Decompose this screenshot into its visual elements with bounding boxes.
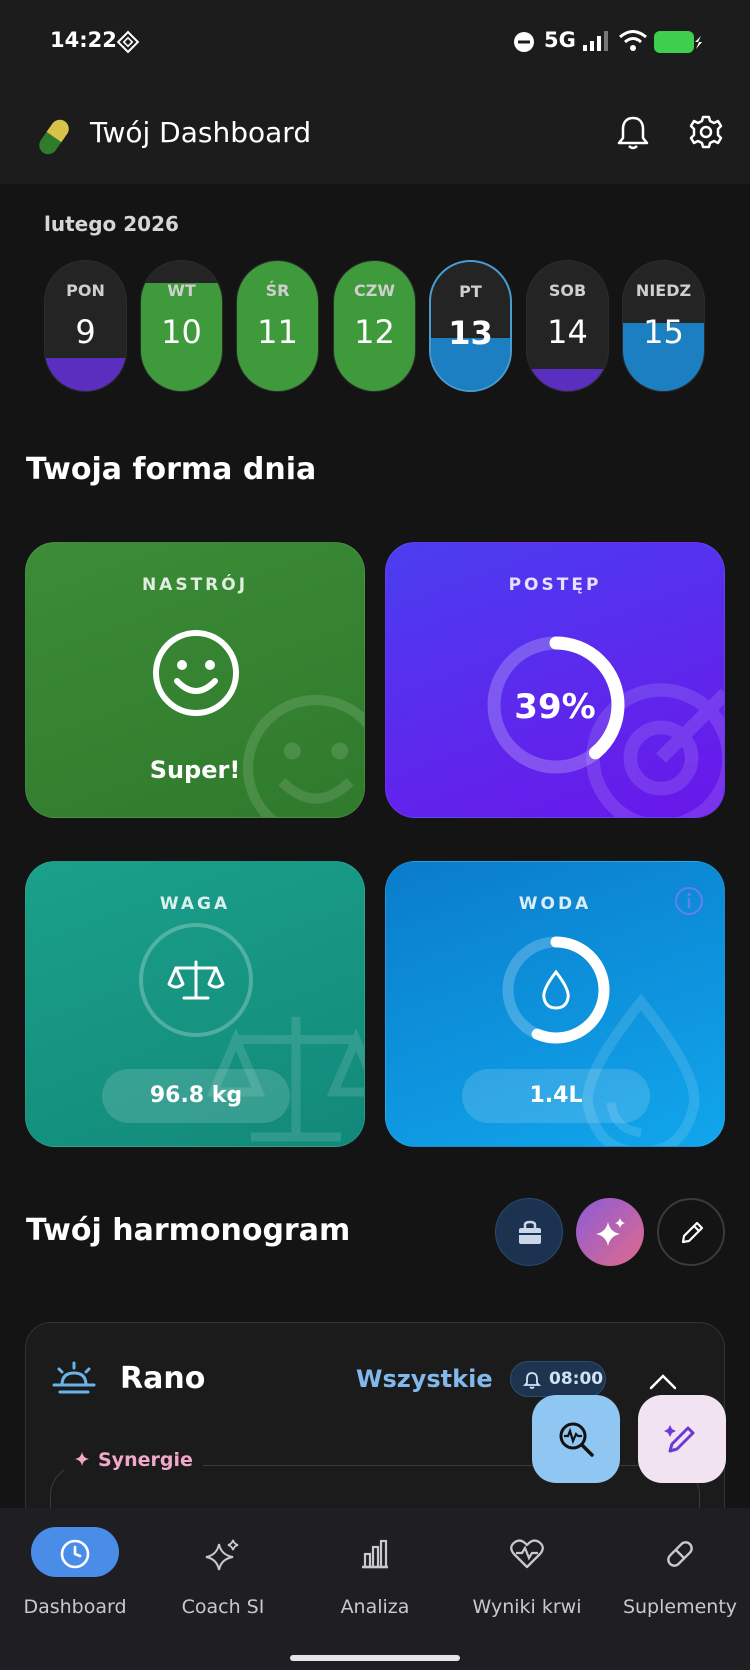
schedule-filter[interactable]: Wszystkie — [356, 1365, 493, 1393]
schedule-period: Rano — [120, 1361, 206, 1396]
nav-label: Analiza — [340, 1596, 410, 1618]
calendar-day[interactable]: ŚR 11 — [236, 260, 319, 392]
water-value-pill: 1.4L — [462, 1069, 650, 1123]
magic-pencil-icon — [664, 1425, 695, 1453]
day-number: 11 — [257, 313, 298, 351]
day-name: WT — [167, 281, 196, 300]
weight-value: 96.8 kg — [149, 1083, 243, 1108]
synergy-label: Synergie — [64, 1449, 203, 1471]
page-title: Twój Dashboard — [90, 116, 312, 149]
bottom-nav: Dashboard Coach SI Analiza Wyniki krwi S… — [0, 1508, 750, 1670]
network-type: 5G — [544, 28, 576, 52]
reminder-time-chip[interactable]: 08:00 — [510, 1361, 606, 1397]
smiley-watermark-icon — [242, 694, 364, 817]
calendar-day[interactable]: CZW 12 — [333, 260, 416, 392]
day-number: 15 — [643, 313, 684, 351]
water-value: 1.4L — [529, 1083, 583, 1108]
water-label: WODA — [518, 894, 592, 914]
weight-value-pill: 96.8 kg — [102, 1069, 290, 1123]
nav-dashboard[interactable]: Dashboard — [0, 1508, 150, 1628]
search-pulse-icon — [559, 1422, 594, 1457]
day-number: 14 — [547, 313, 588, 351]
progress-value: 39% — [514, 687, 596, 727]
nav-supplements[interactable]: Suplementy — [605, 1508, 750, 1628]
pill-icon — [667, 1541, 693, 1567]
calendar-day[interactable]: WT 10 — [140, 260, 223, 392]
reminder-time: 08:00 — [549, 1369, 604, 1389]
calendar-day[interactable]: SOB 14 — [526, 260, 609, 392]
analyze-fab[interactable] — [532, 1395, 620, 1483]
day-name: CZW — [354, 281, 395, 300]
home-indicator — [290, 1655, 460, 1661]
weight-card[interactable]: WAGA 96.8 kg — [25, 861, 365, 1147]
pill-logo-icon — [39, 119, 69, 155]
nav-coach[interactable]: Coach SI — [148, 1508, 298, 1628]
signal-icon — [583, 31, 608, 51]
shop-button[interactable] — [495, 1198, 563, 1266]
water-ring — [502, 936, 610, 1044]
pencil-icon — [681, 1221, 704, 1244]
status-time: 14:22 — [50, 28, 117, 52]
status-bar: 14:22 5G — [0, 0, 750, 90]
bell-icon[interactable] — [616, 114, 650, 152]
bell-small-icon — [523, 1372, 541, 1389]
nav-analysis[interactable]: Analiza — [300, 1508, 450, 1628]
bar-chart-icon — [362, 1539, 388, 1569]
calendar-day-selected[interactable]: PT 13 — [429, 260, 512, 392]
edit-button[interactable] — [657, 1198, 725, 1266]
calendar-day[interactable]: PON 9 — [44, 260, 127, 392]
weight-label: WAGA — [159, 894, 231, 914]
shopping-bag-icon — [519, 1220, 541, 1244]
water-card[interactable]: WODA 1.4L — [385, 861, 725, 1147]
day-name: PT — [459, 282, 482, 301]
mood-value: Super! — [149, 756, 241, 784]
do-not-disturb-icon — [514, 32, 534, 52]
scale-icon — [139, 923, 253, 1037]
day-name: NIEDZ — [635, 281, 692, 300]
wifi-icon — [619, 30, 647, 51]
app-header: Twój Dashboard — [0, 90, 750, 184]
month-label: lutego 2026 — [44, 212, 179, 236]
day-name: PON — [66, 281, 105, 300]
heart-pulse-icon — [510, 1539, 544, 1569]
chevron-up-icon[interactable] — [648, 1373, 678, 1391]
day-number: 9 — [75, 313, 96, 351]
section-title-form: Twoja forma dnia — [26, 452, 317, 487]
sparkle-icon — [596, 1218, 625, 1246]
day-name: SOB — [548, 281, 587, 300]
battery-icon — [654, 31, 702, 53]
progress-card[interactable]: POSTĘP 39% — [385, 542, 725, 818]
sunrise-icon — [52, 1361, 96, 1394]
nav-label: Wyniki krwi — [472, 1596, 582, 1618]
mood-card[interactable]: NASTRÓJ Super! — [25, 542, 365, 818]
sparkle-icon — [205, 1539, 239, 1571]
nav-blood-results[interactable]: Wyniki krwi — [452, 1508, 602, 1628]
ai-edit-fab[interactable] — [638, 1395, 726, 1483]
nfc-icon — [116, 30, 140, 54]
nav-label: Suplementy — [622, 1596, 738, 1618]
nav-label: Dashboard — [23, 1596, 127, 1618]
day-number: 12 — [354, 313, 395, 351]
smiley-icon — [153, 630, 239, 716]
section-title-schedule: Twój harmonogram — [26, 1213, 351, 1248]
day-name: ŚR — [265, 281, 290, 300]
nav-label: Coach SI — [181, 1596, 265, 1618]
mood-label: NASTRÓJ — [141, 575, 249, 595]
drop-icon — [542, 969, 570, 1010]
calendar-day[interactable]: NIEDZ 15 — [622, 260, 705, 392]
gear-icon[interactable] — [688, 114, 724, 150]
day-number: 10 — [161, 313, 202, 351]
clock-icon — [60, 1539, 90, 1569]
sparkle-small-icon — [75, 1452, 89, 1466]
ai-sparkle-button[interactable] — [576, 1198, 644, 1266]
progress-label: POSTĘP — [508, 575, 602, 595]
day-number: 13 — [448, 314, 493, 352]
